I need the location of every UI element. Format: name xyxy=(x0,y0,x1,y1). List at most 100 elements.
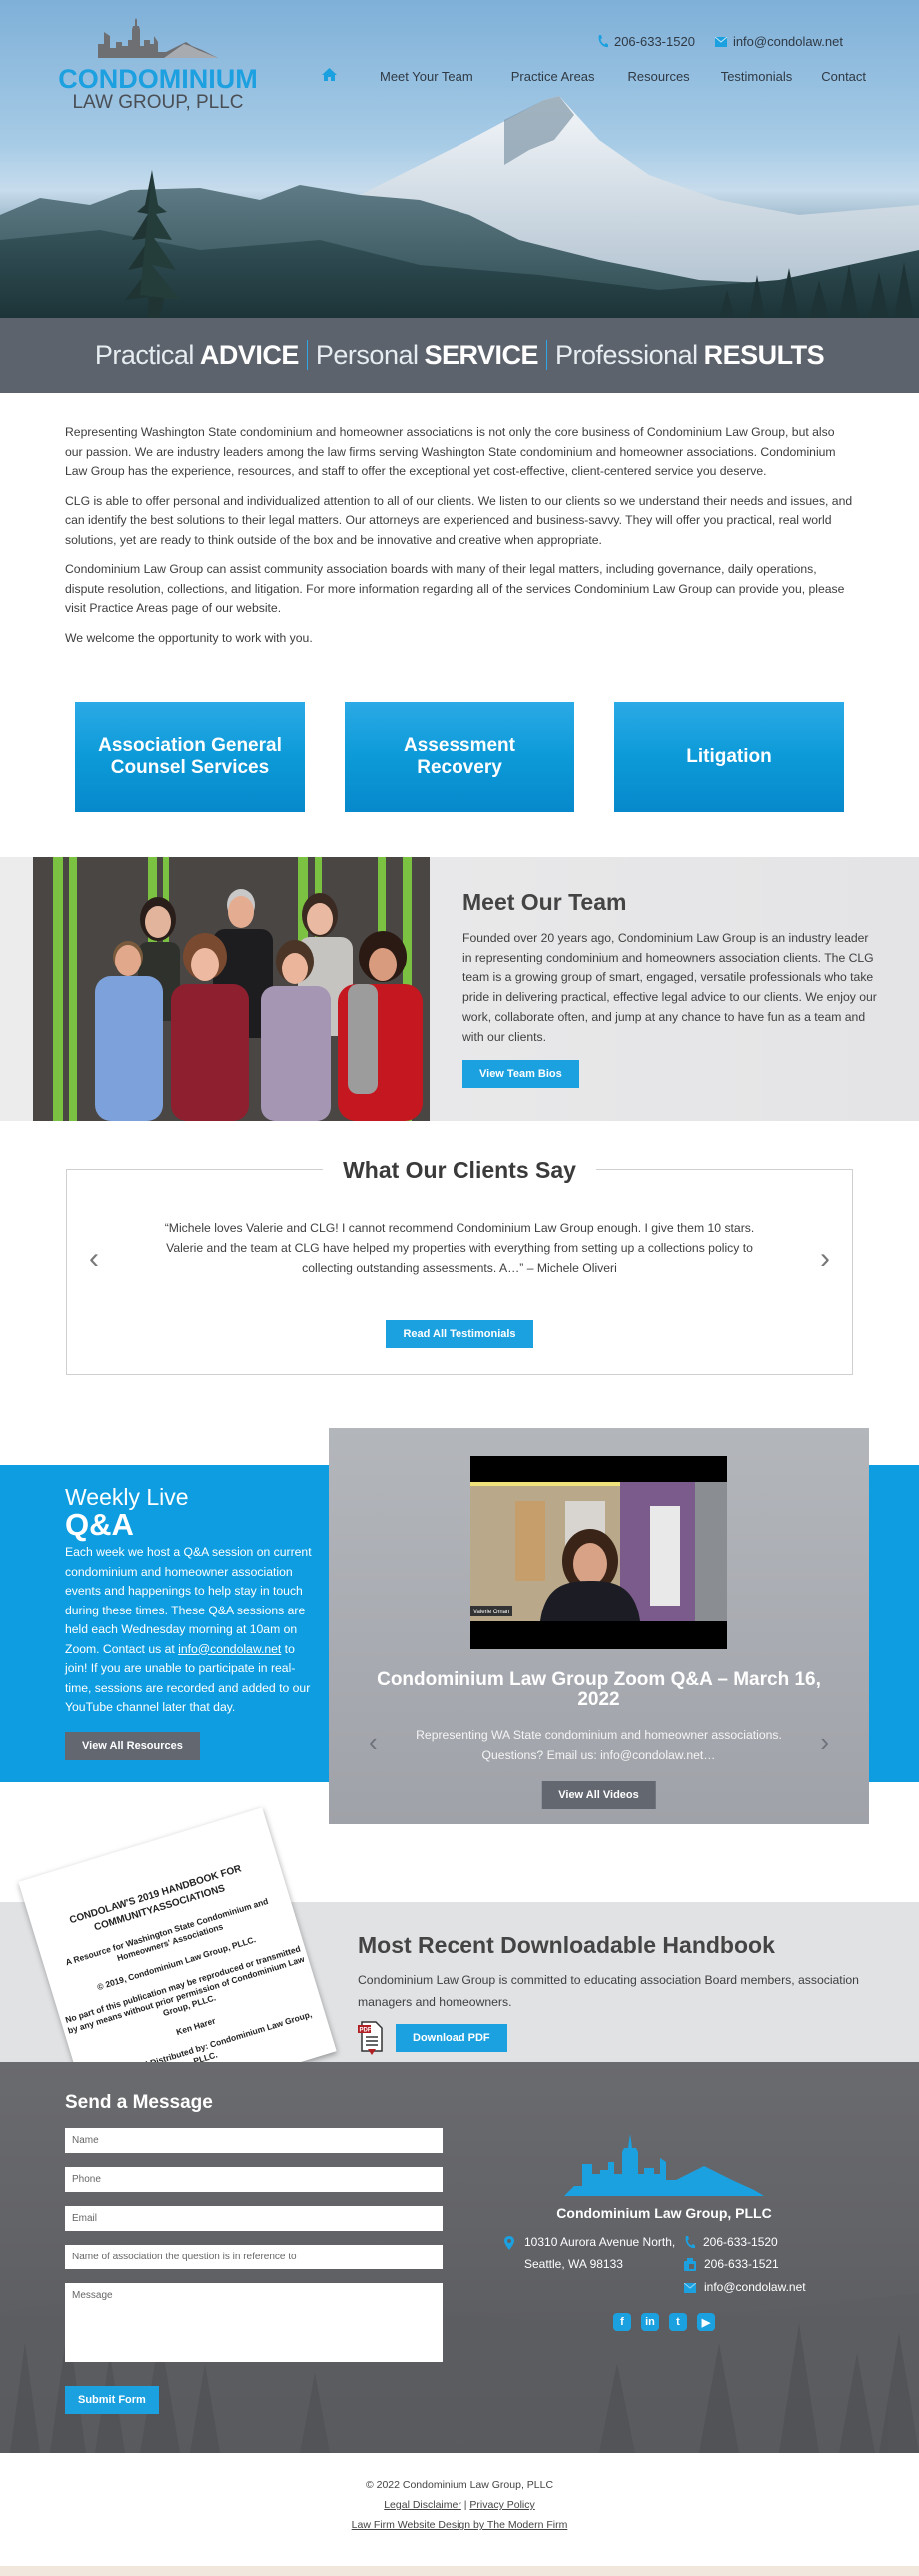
home-icon xyxy=(322,68,337,81)
testimonial-quote: “Michele loves Valerie and CLG! I cannot… xyxy=(164,1221,755,1275)
social-links: f in t ▶ xyxy=(504,2313,824,2331)
facebook-icon[interactable]: f xyxy=(613,2313,631,2331)
handbook-actions: PDF Download PDF xyxy=(358,2021,877,2055)
intro-section: Representing Washington State condominiu… xyxy=(0,393,919,678)
video-thumbnail[interactable]: Valerie Oman xyxy=(470,1456,727,1649)
video-description: Representing WA State condominium and ho… xyxy=(416,1728,782,1762)
weekly-qa-section: Weekly Live Q&A Each week we host a Q&A … xyxy=(0,1425,919,1824)
pdf-download-icon[interactable]: PDF xyxy=(358,2021,384,2055)
intro-paragraph: We welcome the opportunity to work with … xyxy=(65,630,313,645)
nav-testimonials[interactable]: Testimonials xyxy=(721,69,793,84)
view-all-resources-button[interactable]: View All Resources xyxy=(65,1731,200,1760)
footer-address: 10310 Aurora Avenue North, Seattle, WA 9… xyxy=(504,2231,684,2299)
envelope-icon xyxy=(684,2282,696,2293)
header-email-link[interactable]: info@condolaw.net xyxy=(714,34,843,49)
qa-description: Each week we host a Q&A session on curre… xyxy=(65,1543,315,1718)
footer-contact-section: Send a Message Submit Form Condominium L… xyxy=(0,2062,919,2453)
bottom-bar: © 2022 Condominium Law Group, PLLC Legal… xyxy=(0,2453,919,2566)
tagline-banner: Practical ADVICE Personal SERVICE Professi… xyxy=(0,318,919,393)
footer-contact-columns: 10310 Aurora Avenue North, Seattle, WA 9… xyxy=(504,2231,824,2299)
footer-phone-text: 206-633-1520 xyxy=(703,2235,778,2249)
seattle-skyline-logo-icon xyxy=(98,18,218,58)
phone-input[interactable] xyxy=(65,2167,443,2192)
legal-disclaimer-link[interactable]: Legal Disclaimer xyxy=(384,2499,461,2511)
site-logo[interactable]: CONDOMINIUM LAW GROUP, PLLC xyxy=(58,18,258,113)
team-photo xyxy=(33,857,430,1121)
qa-title-line1: Weekly Live xyxy=(65,1484,189,1510)
team-description: Founded over 20 years ago, Condominium L… xyxy=(462,931,877,1044)
address-line2: Seattle, WA 98133 xyxy=(524,2257,623,2271)
nav-meet-your-team[interactable]: Meet Your Team xyxy=(380,69,473,84)
tagline-bold-text: ADVICE xyxy=(199,339,300,370)
testimonial-next-arrow-icon[interactable]: › xyxy=(820,1242,830,1276)
footer-phone-link[interactable]: 206-633-1520 xyxy=(684,2231,806,2254)
view-all-videos-button[interactable]: View All Videos xyxy=(541,1781,656,1809)
handbook-description: Condominium Law Group is committed to ed… xyxy=(358,1973,859,2009)
logo-text-line2: LAW GROUP, PLLC xyxy=(72,92,244,113)
handbook-section: CONDOLAW'S 2019 HANDBOOK FOR COMMUNITYAS… xyxy=(0,1807,919,2126)
video-carousel: Valerie Oman Condominium Law Group Zoom … xyxy=(329,1428,869,1824)
handbook-text: Most Recent Downloadable Handbook Condom… xyxy=(358,1932,877,2055)
practice-tile-litigation[interactable]: Litigation xyxy=(614,702,844,812)
nav-home[interactable] xyxy=(322,68,342,84)
header-phone-link[interactable]: 206-633-1520 xyxy=(597,34,695,49)
nav-resources[interactable]: Resources xyxy=(628,69,690,84)
tagline-light-text: Professional xyxy=(555,339,698,370)
association-input[interactable] xyxy=(65,2245,443,2269)
youtube-icon[interactable]: ▶ xyxy=(697,2313,715,2331)
footer-fax-text: 206-633-1521 xyxy=(704,2257,779,2271)
testimonials-title: What Our Clients Say xyxy=(323,1157,596,1184)
tagline-bold-text: SERVICE xyxy=(424,339,539,370)
privacy-policy-link[interactable]: Privacy Policy xyxy=(469,2499,534,2511)
intro-paragraph: Condominium Law Group can assist communi… xyxy=(65,562,845,615)
header-phone-text: 206-633-1520 xyxy=(613,34,695,49)
submit-form-button[interactable]: Submit Form xyxy=(65,2386,159,2414)
intro-paragraph: CLG is able to offer personal and indivi… xyxy=(65,493,853,547)
qa-description-text: Each week we host a Q&A session on curre… xyxy=(65,1545,312,1656)
tagline-divider xyxy=(546,340,548,370)
view-team-bios-button[interactable]: View Team Bios xyxy=(462,1060,579,1088)
intro-paragraph: Representing Washington State condominiu… xyxy=(65,425,836,478)
name-input[interactable] xyxy=(65,2128,443,2153)
envelope-icon xyxy=(714,36,727,47)
meet-our-team-section: Meet Our Team Founded over 20 years ago,… xyxy=(0,857,919,1121)
header-email-text: info@condolaw.net xyxy=(732,34,843,49)
handbook-title: Most Recent Downloadable Handbook xyxy=(358,1932,775,1958)
logo-text-line1: CONDOMINIUM xyxy=(58,64,258,94)
map-pin-icon xyxy=(504,2236,514,2250)
video-next-arrow-icon[interactable]: › xyxy=(820,1727,829,1758)
qa-email-link[interactable]: info@condolaw.net xyxy=(178,1642,281,1656)
practice-areas: Association General Counsel Services Ass… xyxy=(0,678,919,857)
nav-practice-areas[interactable]: Practice Areas xyxy=(511,69,595,84)
nav-contact[interactable]: Contact xyxy=(821,69,866,84)
team-group-photo-image xyxy=(33,857,430,1121)
qa-text: Weekly Live Q&A Each week we host a Q&A … xyxy=(65,1485,315,1760)
copyright-text: © 2022 Condominium Law Group, PLLC xyxy=(365,2479,554,2491)
design-credit-link[interactable]: Law Firm Website Design by The Modern Fi… xyxy=(352,2519,568,2531)
email-input[interactable] xyxy=(65,2206,443,2231)
tagline-part-1: Practical ADVICE xyxy=(95,339,300,371)
footer-phone-email: 206-633-1520 206-633-1521 info@condolaw.… xyxy=(684,2231,806,2299)
address-line1: 10310 Aurora Avenue North, xyxy=(524,2235,676,2249)
top-contact-bar: 206-633-1520 info@condolaw.net xyxy=(597,34,843,49)
phone-icon xyxy=(598,35,608,48)
download-pdf-button[interactable]: Download PDF xyxy=(396,2024,507,2052)
twitter-icon[interactable]: t xyxy=(669,2313,687,2331)
tagline-part-3: Professional RESULTS xyxy=(555,339,825,371)
hero-header: CONDOMINIUM LAW GROUP, PLLC 206-633-1520… xyxy=(0,0,919,318)
message-textarea[interactable] xyxy=(65,2283,443,2362)
footer-firm-name: Condominium Law Group, PLLC xyxy=(556,2205,772,2221)
fax-icon xyxy=(684,2258,696,2271)
video-title[interactable]: Condominium Law Group Zoom Q&A – March 1… xyxy=(369,1670,829,1710)
practice-tile-general-counsel[interactable]: Association General Counsel Services xyxy=(75,702,305,812)
testimonial-button-wrap: Read All Testimonials xyxy=(67,1320,852,1348)
footer-logo xyxy=(504,2134,824,2201)
testimonial-prev-arrow-icon[interactable]: ‹ xyxy=(89,1242,99,1276)
practice-tile-assessment-recovery[interactable]: Assessment Recovery xyxy=(345,702,574,812)
legal-links: Legal Disclaimer | Privacy Policy xyxy=(0,2495,919,2515)
contact-form-title: Send a Message xyxy=(65,2092,213,2113)
video-prev-arrow-icon[interactable]: ‹ xyxy=(369,1727,378,1758)
linkedin-icon[interactable]: in xyxy=(641,2313,659,2331)
read-all-testimonials-button[interactable]: Read All Testimonials xyxy=(386,1320,533,1348)
footer-email-link[interactable]: info@condolaw.net xyxy=(684,2276,806,2299)
